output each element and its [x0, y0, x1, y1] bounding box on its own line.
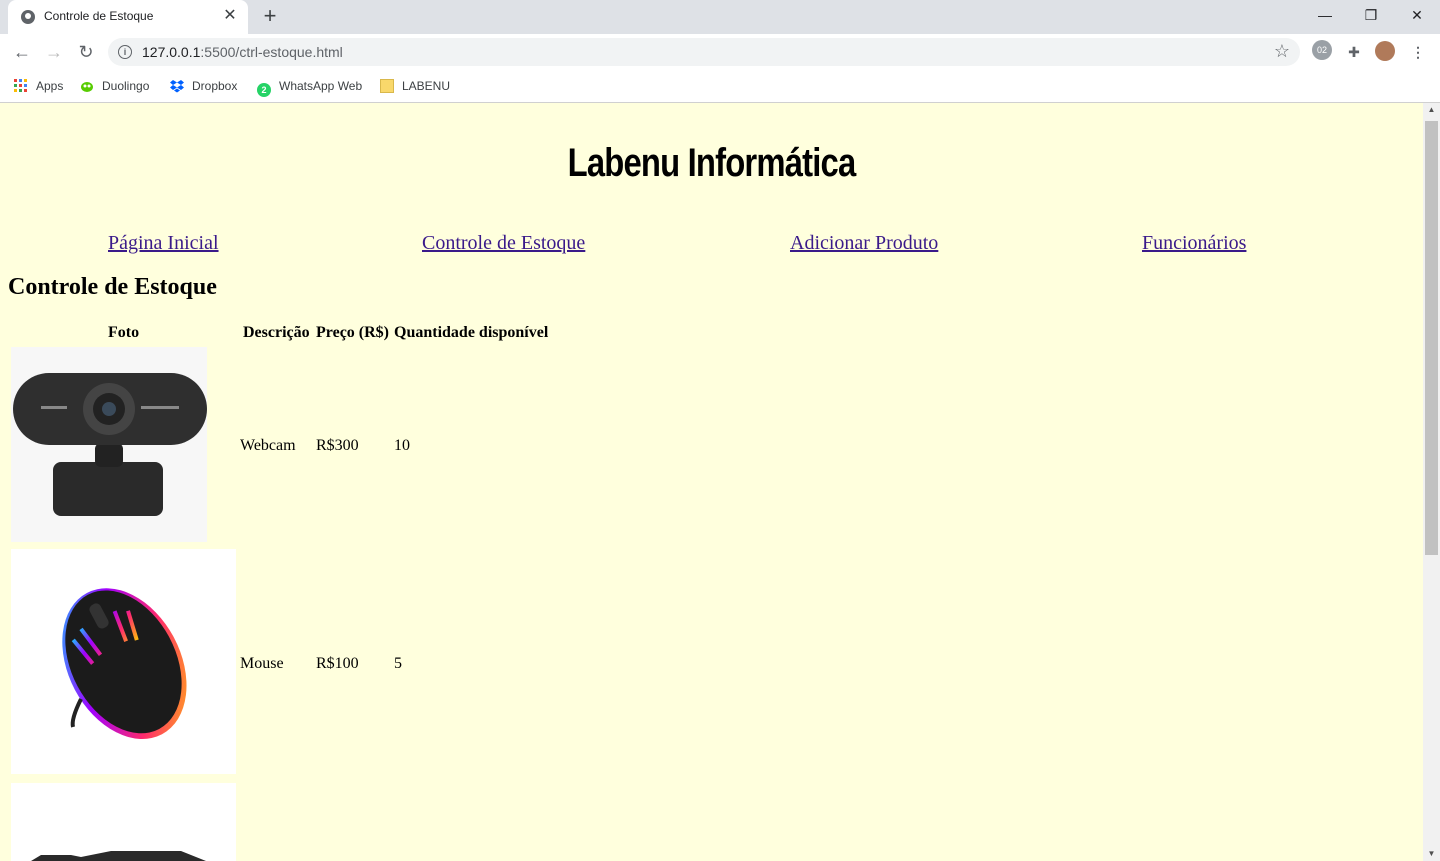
site-info-icon[interactable]: i — [118, 45, 132, 59]
bookmark-dropbox[interactable]: Dropbox — [170, 77, 237, 95]
menu-kebab-icon[interactable]: ⋮ — [1408, 42, 1428, 62]
row-webcam-description: Webcam — [240, 437, 296, 454]
column-header-quantity: Quantidade disponível — [394, 324, 549, 341]
column-header-price: Preço (R$) — [316, 324, 389, 341]
nav-link-employees[interactable]: Funcionários — [1142, 232, 1246, 255]
browser-toolbar: ← → ↻ i 127.0.0.1:5500/ctrl-estoque.html… — [0, 34, 1440, 70]
extension-icon[interactable]: 02 — [1312, 40, 1332, 60]
webcam-image — [11, 347, 207, 542]
scroll-up-arrow-icon[interactable]: ▲ — [1423, 103, 1440, 117]
scroll-down-arrow-icon[interactable]: ▼ — [1423, 847, 1440, 861]
bookmark-whatsapp[interactable]: 2 WhatsApp Web — [257, 77, 362, 97]
apps-grid-icon — [14, 79, 27, 92]
row-webcam-price: R$300 — [316, 437, 359, 454]
restore-button[interactable]: ❐ — [1348, 0, 1394, 30]
browser-tab[interactable]: Controle de Estoque ✕ — [8, 0, 248, 34]
reload-icon[interactable]: ↻ — [72, 38, 100, 66]
row-webcam-quantity: 10 — [394, 437, 410, 454]
column-header-photo: Foto — [108, 324, 140, 341]
mouse-image — [11, 549, 236, 774]
page-viewport: Labenu Informática Página Inicial Contro… — [0, 103, 1423, 861]
folder-icon — [380, 79, 394, 93]
row-mouse-description: Mouse — [240, 655, 284, 672]
section-title: Controle de Estoque — [8, 274, 217, 300]
close-window-button[interactable]: ✕ — [1394, 0, 1440, 30]
site-title: Labenu Informática — [567, 141, 857, 185]
keyboard-image — [11, 783, 236, 861]
nav-link-inventory[interactable]: Controle de Estoque — [422, 232, 585, 255]
url-text: 127.0.0.1:5500/ctrl-estoque.html — [142, 44, 343, 60]
nav-link-add-product[interactable]: Adicionar Produto — [790, 232, 938, 255]
address-bar[interactable]: i 127.0.0.1:5500/ctrl-estoque.html ☆ — [108, 38, 1300, 66]
page-scrollbar[interactable]: ▲ ▼ — [1423, 103, 1440, 861]
extensions-puzzle-icon[interactable]: ✚ — [1344, 42, 1364, 62]
tab-strip: Controle de Estoque ✕ + — ❐ ✕ — [0, 0, 1440, 34]
bookmark-apps[interactable]: Apps — [14, 77, 63, 95]
profile-avatar[interactable] — [1375, 41, 1395, 61]
whatsapp-icon: 2 — [257, 83, 271, 97]
row-mouse-price: R$100 — [316, 655, 359, 672]
bookmark-labenu[interactable]: LABENU — [380, 77, 450, 95]
globe-icon — [21, 10, 35, 24]
tab-title: Controle de Estoque — [44, 9, 154, 23]
back-icon[interactable]: ← — [8, 38, 36, 66]
scrollbar-thumb[interactable] — [1425, 121, 1438, 555]
dropbox-icon — [170, 80, 184, 93]
bookmark-duolingo[interactable]: Duolingo — [80, 77, 149, 95]
tab-close-icon[interactable]: ✕ — [220, 6, 240, 26]
forward-icon[interactable]: → — [40, 38, 68, 66]
minimize-button[interactable]: — — [1302, 0, 1348, 30]
new-tab-button[interactable]: + — [258, 4, 282, 28]
bookmarks-bar: Apps Duolingo Dropbox 2 WhatsApp Web LABE… — [0, 70, 1440, 103]
row-mouse-quantity: 5 — [394, 655, 402, 672]
duolingo-owl-icon — [81, 82, 93, 92]
bookmark-star-icon[interactable]: ☆ — [1274, 41, 1290, 62]
column-header-description: Descrição — [243, 324, 310, 341]
nav-link-home[interactable]: Página Inicial — [108, 232, 219, 255]
